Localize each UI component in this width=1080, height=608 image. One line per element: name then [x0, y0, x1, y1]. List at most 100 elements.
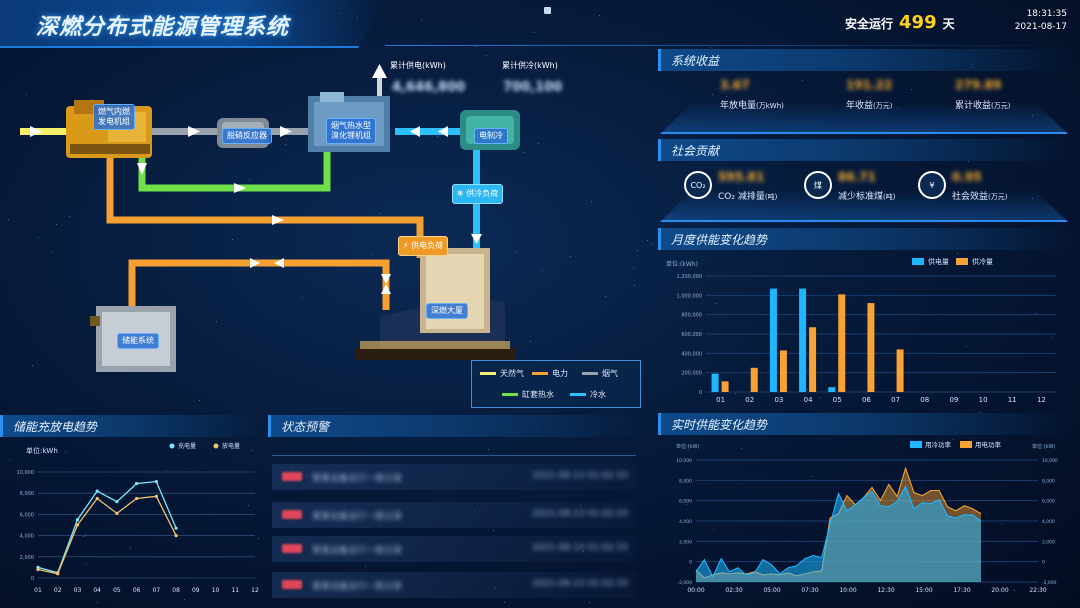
y-axis-title-right: 单位:(kW)	[1032, 443, 1055, 450]
bar-power	[769, 288, 777, 392]
bar-cooling	[867, 303, 875, 392]
social-benefit-value: 0.95	[952, 170, 982, 184]
data-point	[95, 489, 99, 493]
flow-arrow-icon	[30, 126, 42, 137]
energy-flow-diagram	[20, 64, 520, 372]
x-tick-label: 07:30	[801, 587, 818, 594]
y-axis-title: 单位:(kWh)	[666, 260, 698, 268]
x-tick-label: 10:00	[839, 587, 856, 594]
building-label: 深燃大厦	[426, 303, 468, 319]
y-tick-label: 400,000	[681, 351, 702, 357]
legend-label: 用冷功率	[925, 440, 952, 449]
gas-inlet-pipe	[20, 128, 68, 135]
electric-chiller-label: 电制冷	[474, 128, 508, 144]
x-tick-label: 10	[212, 587, 220, 594]
legend-item: 烟气	[582, 368, 618, 379]
system-income-header: 系统收益	[658, 49, 1073, 71]
x-tick-label: 20:00	[991, 587, 1008, 594]
alert-panel-header: 状态预警	[268, 415, 643, 437]
alert-divider	[272, 455, 636, 456]
cumulative-cooling-value: 700,100	[503, 80, 563, 95]
legend-item: 缸套热水	[502, 389, 554, 400]
y-tick-label: 0	[689, 560, 692, 566]
monthly-supply-chart: 单位:(kWh) 0 200,000 400,000 600,000 800,000 1,0…	[666, 257, 1056, 404]
storage-label: 储能系统	[117, 333, 159, 349]
data-point	[154, 479, 158, 484]
star-dot	[504, 602, 506, 604]
data-point	[95, 496, 99, 501]
alert-level-badge	[282, 472, 302, 481]
coal-saving-label: 减少标准煤(吨)	[838, 192, 896, 202]
x-tick-label: 12	[251, 587, 259, 594]
data-point	[56, 572, 60, 576]
alert-row[interactable]: 某某设备运行一般记录 2021-08-13 01:02:33	[272, 572, 636, 598]
jacket-water-pipe	[138, 148, 331, 192]
bar-cooling	[809, 327, 817, 392]
star-dot	[725, 96, 727, 98]
absorption-chiller-label: 烟气热水型 溴化锂机组	[326, 118, 376, 144]
x-tick-label: 07	[891, 396, 900, 404]
alert-row[interactable]: 某某设备运行一般记录 2021-08-13 01:02:33	[272, 464, 636, 490]
legend-label: 供电量	[928, 257, 949, 266]
y-tick-label: 2,000	[20, 555, 34, 561]
co2-reduction-value: 595.81	[718, 170, 765, 184]
bar-cooling	[750, 367, 758, 392]
data-point	[154, 494, 158, 498]
x-tick-label: 01	[716, 396, 725, 404]
y-tick-label: 10,000	[17, 470, 35, 476]
y-tick-label: 4,000	[20, 534, 34, 540]
gas-engine-label: 燃气内燃 发电机组	[93, 104, 135, 130]
total-income-value: 279.89	[955, 78, 1002, 92]
y-tick-label-right: 6,000	[1042, 499, 1055, 505]
safe-run-unit: 天	[942, 17, 955, 31]
x-tick-label: 11	[231, 587, 239, 594]
alert-level-badge	[282, 580, 302, 589]
safe-run-label: 安全运行	[845, 17, 894, 31]
annual-income-value: 191.22	[846, 78, 893, 92]
star-dot	[475, 45, 477, 47]
x-tick-label: 02:30	[725, 587, 742, 594]
x-tick-label: 04	[93, 587, 101, 594]
x-tick-label: 08	[920, 396, 929, 404]
social-contribution-header: 社会贡献	[658, 139, 1073, 161]
data-point	[115, 511, 119, 515]
legend-item: 电力	[532, 368, 568, 379]
y-tick-label-right: -2,000	[1042, 580, 1057, 586]
x-tick-label: 08	[172, 587, 180, 594]
x-tick-label: 15:00	[915, 587, 932, 594]
star-dot	[487, 449, 489, 451]
monthly-chart-header: 月度供能变化趋势	[658, 228, 1073, 250]
y-tick-label: -2,000	[677, 580, 692, 586]
alert-row[interactable]: 某某设备运行一般记录 2021-08-13 01:02:33	[272, 536, 636, 562]
legend-swatch	[956, 258, 968, 265]
coal-saving-value: 86.71	[838, 170, 876, 184]
x-tick-label: 11	[1008, 396, 1017, 404]
annual-income-label: 年收益(万元)	[846, 101, 893, 111]
series-line-discharge	[37, 495, 177, 575]
y-tick-label: 600,000	[681, 332, 702, 338]
power-load-badge: ⚡ 供电负荷	[398, 236, 449, 256]
flow-arrow-icon	[188, 126, 200, 137]
legend-item: 冷水	[570, 389, 606, 400]
legend-label: 充电量	[178, 442, 196, 450]
x-tick-label: 12:30	[877, 587, 894, 594]
safe-run-counter: 安全运行 499 天	[845, 12, 955, 33]
alert-row[interactable]: 某某设备运行一般记录 2021-08-13 01:02:33	[272, 502, 636, 528]
y-tick-label: 6,000	[20, 512, 34, 518]
data-point	[75, 523, 80, 527]
bar-power	[828, 387, 836, 392]
y-tick-label: 2,000	[679, 539, 692, 545]
menu-toggle-icon[interactable]	[544, 7, 551, 14]
bar-power	[711, 373, 719, 392]
y-tick-label: 6,000	[679, 499, 692, 505]
exhaust-arrow-icon	[372, 64, 387, 78]
safe-run-days: 499	[899, 12, 937, 33]
data-point	[115, 500, 119, 504]
y-tick-label: 200,000	[681, 371, 702, 377]
x-tick-label: 03	[74, 587, 82, 594]
star-dot	[802, 80, 804, 82]
x-tick-label: 09	[192, 587, 200, 594]
clock: 18:31:35 2021-08-17	[1005, 8, 1067, 34]
storage-power-pipe	[128, 259, 390, 310]
legend-swatch	[213, 443, 219, 449]
